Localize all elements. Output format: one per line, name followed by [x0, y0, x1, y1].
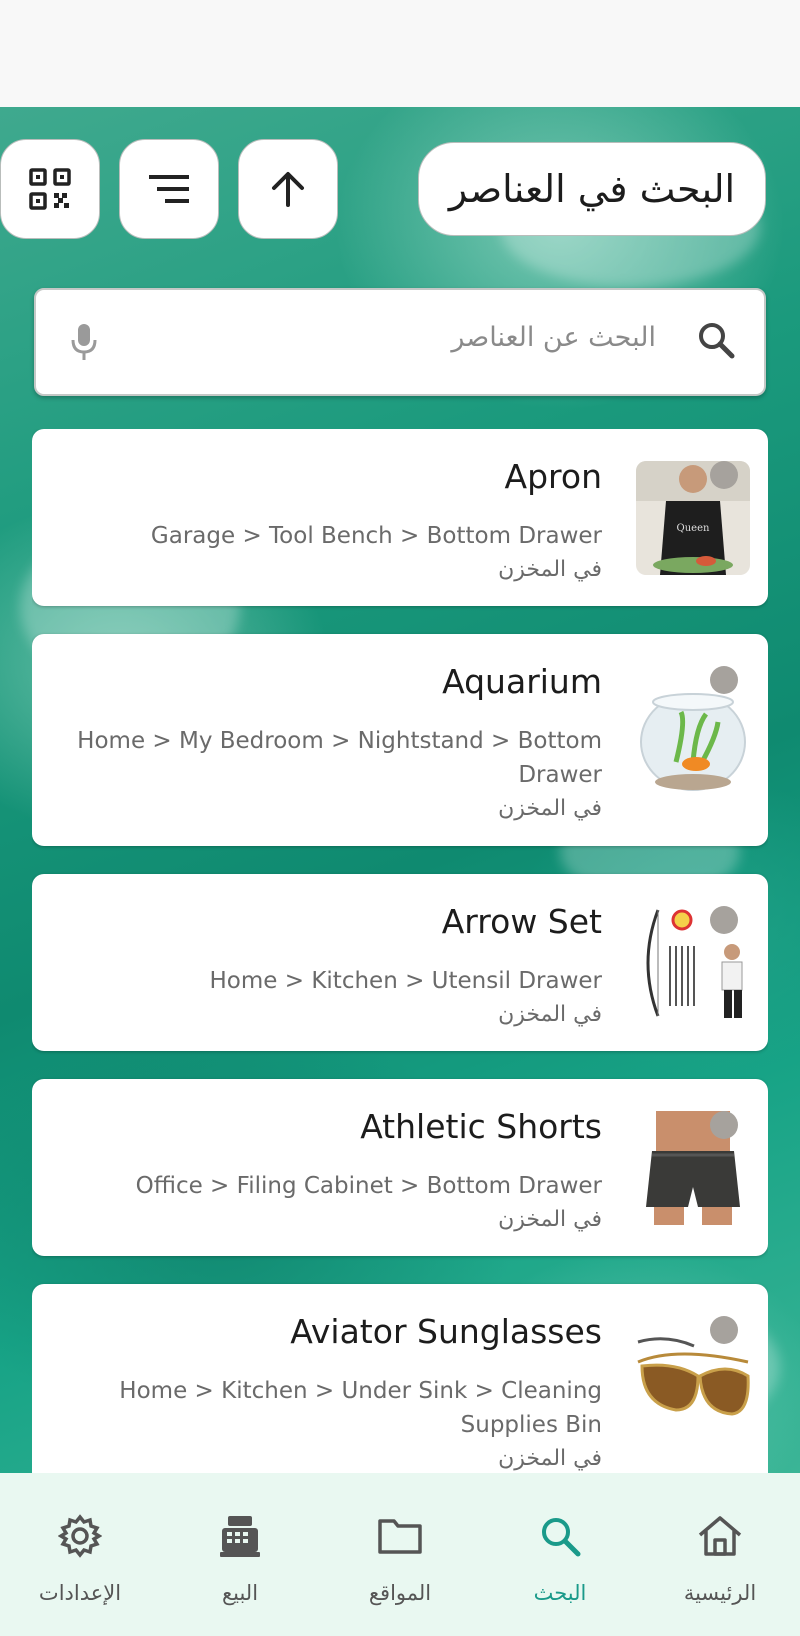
status-dot [710, 906, 738, 934]
items-list: Apron Garage > Tool Bench > Bottom Drawe… [32, 429, 768, 1473]
list-item[interactable]: Athletic Shorts Office > Filing Cabinet … [32, 1079, 768, 1256]
nav-label: المواقع [368, 1581, 432, 1605]
item-location-path: Home > Kitchen > Under Sink > Cleaning S… [119, 1378, 602, 1438]
qr-code-scan-button[interactable] [0, 139, 100, 239]
scroll-up-button[interactable] [238, 139, 338, 239]
list-item[interactable]: Aquarium Home > My Bedroom > Nightstand … [32, 634, 768, 846]
search-input[interactable]: البحث عن العناصر [34, 288, 766, 396]
nav-label: الرئيسية [683, 1581, 757, 1605]
status-dot [710, 666, 738, 694]
item-location-path: Home > My Bedroom > Nightstand > Bottom … [77, 728, 602, 788]
nav-label: البيع [221, 1581, 259, 1605]
status-dot [710, 1111, 738, 1139]
gear-icon [58, 1514, 102, 1558]
nav-label: الإعدادات [38, 1581, 122, 1605]
bottom-navigation: الإعدادات البيع المواقع البحث الرئيسية [0, 1473, 800, 1636]
list-item[interactable]: Arrow Set Home > Kitchen > Utensil Drawe… [32, 874, 768, 1051]
item-status: في المخزن [498, 796, 602, 821]
arrow-up-icon [272, 172, 304, 207]
item-thumbnail [636, 1332, 750, 1446]
item-location-path: Office > Filing Cabinet > Bottom Drawer [135, 1173, 602, 1199]
item-status: في المخزن [498, 1207, 602, 1232]
svg-text:Queen: Queen [677, 523, 710, 534]
sort-lines-icon [149, 175, 189, 203]
nav-item-locations[interactable]: المواقع [320, 1473, 480, 1636]
item-location-path: Garage > Tool Bench > Bottom Drawer [150, 523, 602, 549]
cash-register-icon [220, 1516, 260, 1557]
qr-code-icon [29, 168, 71, 210]
nav-item-settings[interactable]: الإعدادات [0, 1473, 160, 1636]
folder-icon [378, 1519, 422, 1554]
item-name: Aviator Sunglasses [290, 1312, 602, 1351]
nav-item-search[interactable]: البحث [480, 1473, 640, 1636]
item-status: في المخزن [498, 1446, 602, 1471]
item-location-path: Home > Kitchen > Utensil Drawer [209, 968, 602, 994]
search-icon[interactable] [696, 320, 736, 360]
page-title: البحث في العناصر [418, 142, 766, 236]
item-name: Athletic Shorts [360, 1107, 602, 1146]
item-status: في المخزن [498, 1002, 602, 1027]
item-name: Aquarium [442, 662, 602, 701]
list-item[interactable]: Apron Garage > Tool Bench > Bottom Drawe… [32, 429, 768, 606]
mic-icon[interactable] [70, 322, 98, 362]
search-icon [542, 1518, 581, 1557]
item-status: في المخزن [498, 557, 602, 582]
sort-button[interactable] [119, 139, 219, 239]
status-dot [710, 461, 738, 489]
search-placeholder: البحث عن العناصر [451, 322, 656, 353]
list-item[interactable]: Aviator Sunglasses Home > Kitchen > Unde… [32, 1284, 768, 1473]
nav-item-sales[interactable]: البيع [160, 1473, 320, 1636]
item-thumbnail [636, 682, 750, 796]
nav-label: البحث [533, 1581, 587, 1605]
nav-item-home[interactable]: الرئيسية [640, 1473, 800, 1636]
item-name: Apron [504, 457, 602, 496]
status-dot [710, 1316, 738, 1344]
status-bar-area [0, 0, 800, 107]
home-icon [698, 1516, 742, 1556]
item-name: Arrow Set [441, 902, 602, 941]
